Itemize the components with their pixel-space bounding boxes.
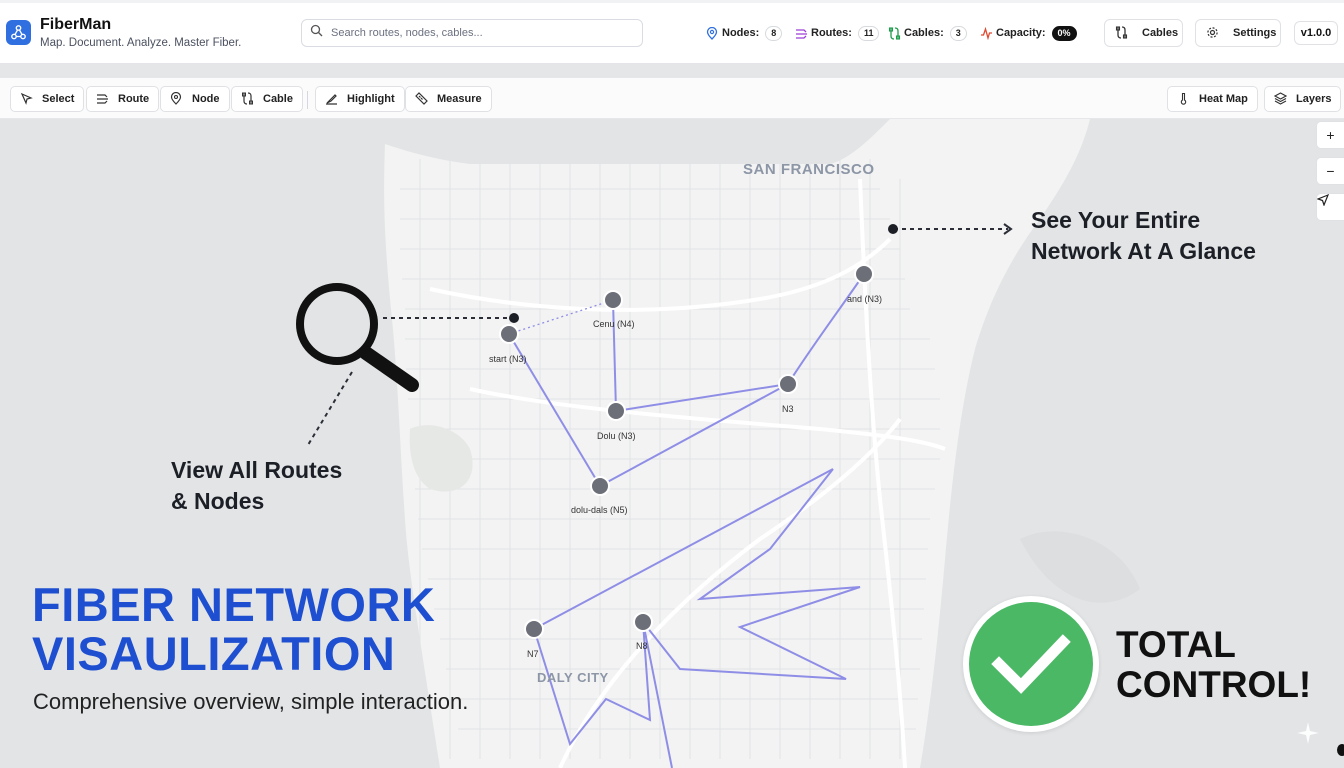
node-end[interactable]	[854, 264, 874, 284]
hero-subline: Comprehensive overview, simple interacti…	[33, 689, 469, 714]
settings-button[interactable]: Settings	[1195, 19, 1281, 47]
app-header: FiberMan Map. Document. Analyze. Master …	[0, 0, 1344, 64]
zoom-in-button[interactable]: +	[1316, 121, 1344, 149]
node-cenu[interactable]	[603, 290, 623, 310]
node-dolu-dals[interactable]	[590, 476, 610, 496]
callout-routes-nodes: View All Routes & Nodes	[171, 455, 342, 517]
stat-nodes-label: Nodes:	[722, 27, 760, 39]
toolbar-divider	[307, 91, 308, 109]
route-icon	[96, 92, 110, 106]
node-label: Dolu (N3)	[597, 431, 636, 441]
thermometer-icon	[1177, 92, 1191, 106]
stat-cables: Cables: 3	[888, 25, 967, 41]
cables-button-label: Cables	[1142, 27, 1179, 39]
callout-dot	[888, 224, 898, 234]
search-icon	[310, 24, 323, 42]
tool-route-label: Route	[118, 93, 150, 105]
stat-routes-value: 11	[857, 25, 880, 41]
search-input[interactable]	[331, 27, 631, 39]
window-top-strip	[0, 0, 1344, 3]
callout-network-glance: See Your Entire Network At A Glance	[1031, 205, 1256, 267]
total-control-line: TOTAL	[1116, 624, 1236, 665]
app-tagline: Map. Document. Analyze. Master Fiber.	[40, 37, 242, 49]
callout-line: View All Routes	[171, 457, 343, 483]
tool-select-label: Select	[42, 93, 75, 105]
cable-icon	[888, 26, 901, 40]
node-label: and (N3)	[847, 294, 883, 304]
stat-nodes-value: 8	[765, 25, 783, 41]
node-label: dolu-dals (N5)	[571, 505, 628, 515]
tool-highlight-label: Highlight	[347, 93, 395, 105]
node-dolu[interactable]	[606, 401, 626, 421]
stat-cables-value: 3	[949, 25, 967, 41]
sparkle-icon	[1297, 722, 1319, 744]
pulse-icon	[980, 26, 993, 40]
fiberman-logo-icon[interactable]	[6, 20, 31, 45]
stat-capacity: Capacity: 0%	[980, 25, 1077, 41]
callout-dot	[509, 313, 519, 323]
version-badge: v1.0.0	[1294, 21, 1338, 45]
tool-node-button[interactable]: Node	[160, 86, 230, 112]
node-label: N3	[782, 404, 794, 414]
node-n7[interactable]	[524, 619, 544, 639]
stat-nodes: Nodes: 8	[706, 25, 783, 41]
tool-select-button[interactable]: Select	[10, 86, 85, 112]
tool-measure-button[interactable]: Measure	[405, 86, 492, 112]
layers-label: Layers	[1296, 93, 1332, 105]
check-icon	[969, 602, 1093, 726]
help-icon[interactable]	[1337, 744, 1344, 756]
node-label: N7	[527, 649, 539, 659]
stat-capacity-value: 0%	[1051, 25, 1077, 41]
map-pin-icon	[706, 26, 719, 40]
node-label: Cenu (N4)	[593, 319, 635, 329]
cable-icon	[241, 92, 255, 106]
callout-line: See Your Entire	[1031, 207, 1201, 233]
app-name: FiberMan	[40, 16, 112, 33]
map-pin-icon	[170, 92, 184, 106]
heat-map-button[interactable]: Heat Map	[1167, 86, 1258, 112]
node-n3[interactable]	[778, 374, 798, 394]
route-icon	[795, 27, 808, 40]
tool-bar: Select Route Node Cable Highlight Measur…	[0, 77, 1344, 119]
tool-node-label: Node	[192, 93, 220, 105]
ruler-icon	[415, 92, 429, 106]
zoom-out-button[interactable]: −	[1316, 157, 1344, 185]
heat-map-label: Heat Map	[1199, 93, 1248, 105]
street-grid	[400, 159, 940, 759]
settings-button-label: Settings	[1233, 27, 1277, 39]
callout-line: & Nodes	[171, 488, 265, 514]
checkmark-badge	[963, 596, 1099, 732]
cursor-icon	[20, 92, 34, 106]
stat-cables-label: Cables:	[904, 27, 944, 39]
total-control-text: TOTAL CONTROL!	[1116, 625, 1311, 705]
tool-measure-label: Measure	[437, 93, 482, 105]
locate-button[interactable]	[1316, 193, 1344, 221]
total-control-line: CONTROL!	[1116, 664, 1312, 705]
tool-highlight-button[interactable]: Highlight	[315, 86, 405, 112]
hero-headline-line: VISAULIZATION	[32, 627, 396, 680]
cables-button[interactable]: Cables	[1104, 19, 1183, 47]
cable-icon	[1115, 26, 1128, 40]
tool-route-button[interactable]: Route	[86, 86, 160, 112]
layers-button[interactable]: Layers	[1264, 86, 1342, 112]
node-label: start (N3)	[489, 354, 527, 364]
city-label-san-francisco: SAN FRANCISCO	[743, 161, 875, 178]
stat-capacity-label: Capacity:	[996, 27, 1046, 39]
gear-icon	[1206, 26, 1219, 40]
callout-line: Network At A Glance	[1031, 238, 1256, 264]
node-start[interactable]	[499, 324, 519, 344]
hero-headline: FIBER NETWORK VISAULIZATION	[32, 580, 435, 678]
highlighter-icon	[325, 92, 339, 106]
stat-routes-label: Routes:	[811, 27, 852, 39]
node-n8[interactable]	[633, 612, 653, 632]
node-label: N8	[636, 641, 648, 651]
stat-routes: Routes: 11	[795, 25, 880, 41]
layers-icon	[1274, 92, 1288, 106]
city-label-daly-city: DALY CITY	[537, 670, 609, 685]
search-box[interactable]	[301, 19, 643, 47]
hero-headline-line: FIBER NETWORK	[32, 578, 436, 631]
tool-cable-label: Cable	[263, 93, 293, 105]
tool-cable-button[interactable]: Cable	[231, 86, 303, 112]
